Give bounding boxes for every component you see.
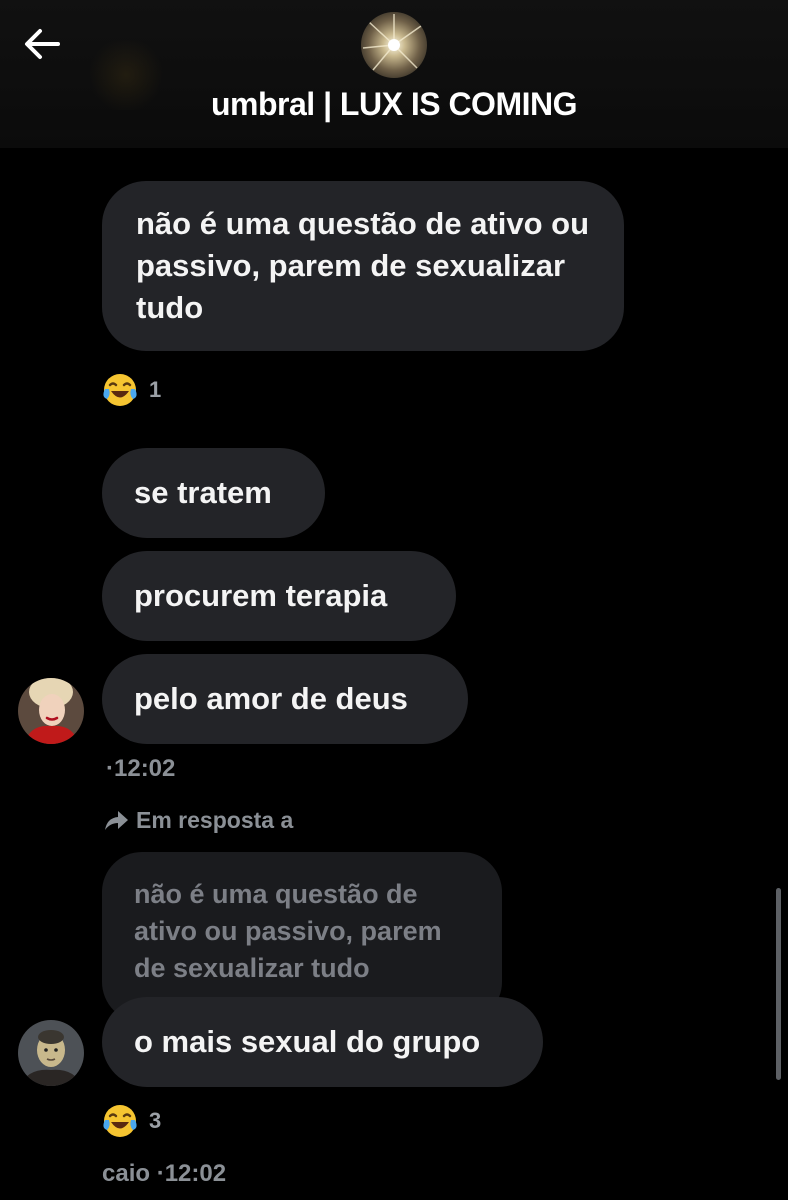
reaction-count: 1 bbox=[149, 377, 162, 402]
reaction-pill[interactable]: 3 bbox=[101, 1102, 161, 1140]
arrow-left-icon bbox=[25, 29, 60, 59]
sender-name[interactable]: caio bbox=[102, 1160, 150, 1187]
reply-label-text: Em resposta a bbox=[136, 806, 294, 833]
message-timestamp: ·12:02 bbox=[156, 1160, 227, 1187]
conversation-header: umbral | LUX IS COMING bbox=[0, 0, 788, 148]
reply-arrow-icon bbox=[105, 811, 128, 830]
message-bubble[interactable]: procurem terapia bbox=[102, 551, 456, 641]
message-timestamp: ·12:02 bbox=[106, 755, 176, 782]
group-avatar[interactable] bbox=[361, 12, 427, 78]
message-bubble[interactable]: pelo amor de deus bbox=[102, 654, 468, 744]
message-bubble[interactable]: se tratem bbox=[102, 448, 325, 538]
sender-avatar[interactable] bbox=[18, 678, 84, 744]
message-bubble[interactable]: não é uma questão de ativo ou passivo, p… bbox=[102, 181, 624, 351]
reply-context[interactable]: Em resposta a bbox=[102, 806, 293, 834]
sender-avatar[interactable] bbox=[18, 1020, 84, 1086]
laughing-tears-emoji-icon bbox=[103, 1105, 137, 1137]
laughing-tears-emoji-icon bbox=[103, 374, 137, 406]
reaction-pill[interactable]: 1 bbox=[101, 371, 161, 409]
reaction-count: 3 bbox=[149, 1108, 162, 1133]
message-meta: caio ·12:02 bbox=[102, 1160, 226, 1188]
back-button[interactable] bbox=[20, 24, 64, 64]
conversation-title[interactable]: umbral | LUX IS COMING bbox=[0, 86, 788, 123]
message-bubble[interactable]: o mais sexual do grupo bbox=[102, 997, 543, 1087]
scrollbar[interactable] bbox=[776, 888, 781, 1080]
